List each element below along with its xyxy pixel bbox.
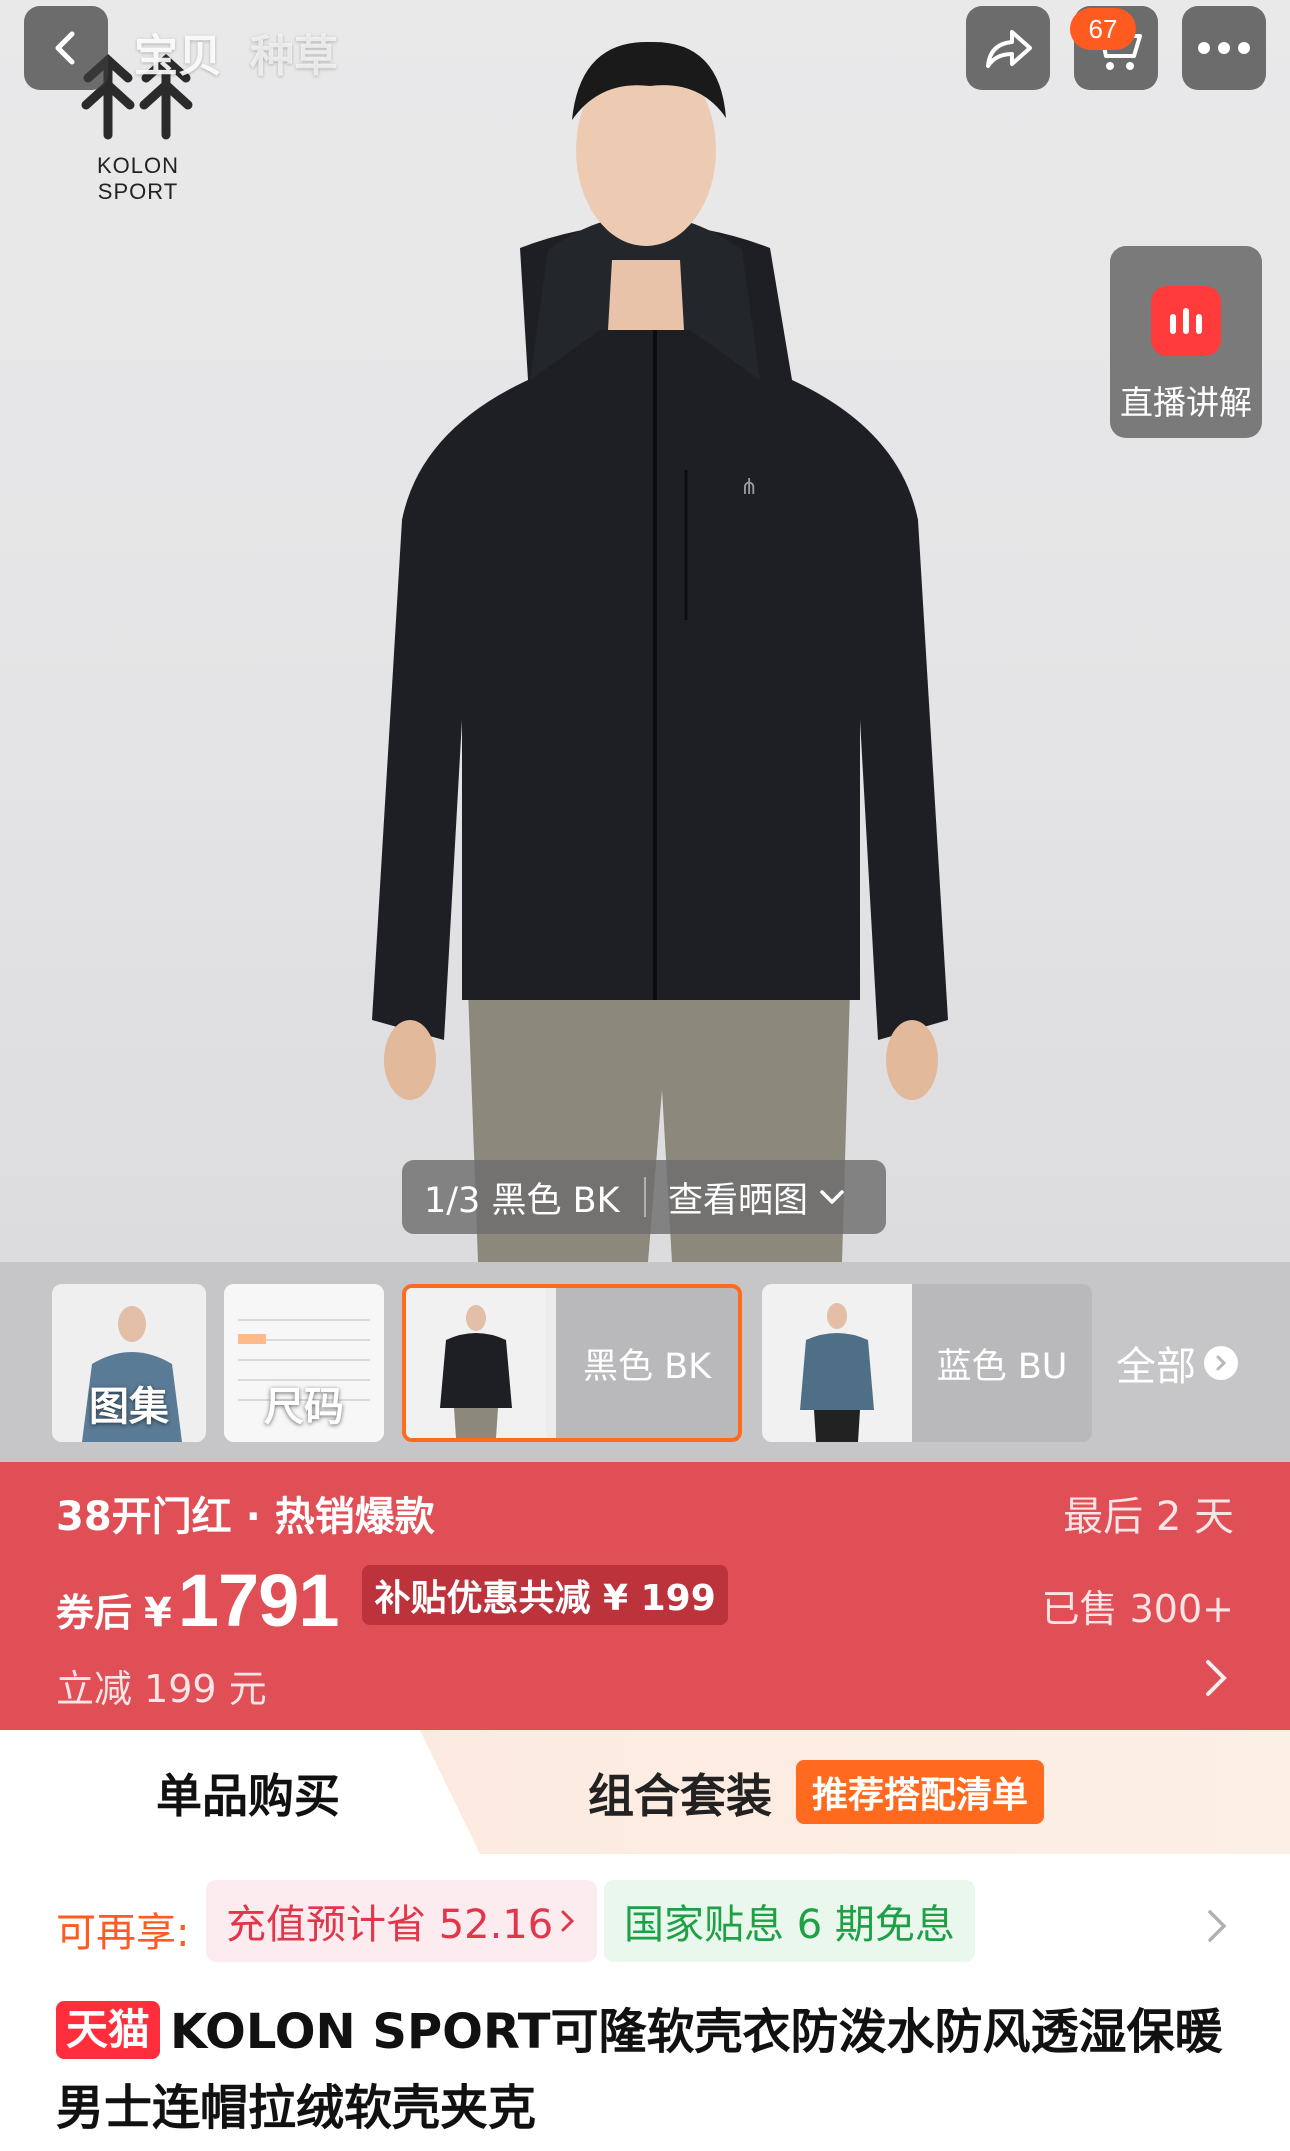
recharge-saving-text: 充值预计省 52.16 [226,1902,554,1948]
chevron-left-icon [55,31,75,65]
svg-text:⋔: ⋔ [740,475,758,500]
share-button[interactable] [966,6,1050,90]
color-option-blue[interactable]: 蓝色 BU [762,1284,1092,1442]
thumbnail-strip: 图集 尺码 黑色 BK 蓝色 BU 全部 [0,1262,1290,1462]
extra-benefits-row[interactable]: 可再享: 充值预计省 52.16 国家贴息 6 期免息 [0,1854,1290,1994]
tab-seeding[interactable]: 种草 [250,20,338,84]
interest-free-text: 国家贴息 6 期免息 [624,1902,955,1948]
thumbnail-atlas-label: 图集 [89,1384,169,1430]
tab-item[interactable]: 宝贝 [134,20,222,84]
recommend-bundle-tag[interactable]: 推荐搭配清单 [796,1760,1045,1824]
live-label: 直播讲解 [1120,383,1252,422]
thumbnail-size-label: 尺码 [264,1384,344,1430]
color-blue-label: 蓝色 BU [936,1346,1068,1387]
interest-free-chip[interactable]: 国家贴息 6 期免息 [604,1880,975,1962]
thumbnail-size-chart[interactable]: 尺码 [224,1284,384,1442]
live-icon [1151,286,1221,356]
color-option-black[interactable]: 黑色 BK [402,1284,742,1442]
live-explain-button[interactable]: 直播讲解 [1110,246,1262,438]
back-button[interactable] [24,6,108,90]
image-counter: 1/3 黑色 BK [424,1180,620,1221]
view-photos-label: 查看晒图 [668,1180,809,1221]
color-black-label: 黑色 BK [582,1346,712,1387]
chevron-right-icon[interactable] [1204,1658,1228,1698]
chevron-right-icon[interactable] [1206,1908,1228,1944]
tmall-badge: 天猫 [56,2001,161,2059]
price-prefix: 券后 [56,1591,133,1635]
purchase-mode-tabs: 单品购买 组合套装 推荐搭配清单 [0,1730,1290,1854]
thumbnail-atlas[interactable]: 图集 [52,1284,206,1442]
tab-combo-set[interactable]: 组合套装 [588,1760,772,1826]
promo-price-bar: 38开门红 · 热销爆款 最后 2 天 券后 ¥ 1791 补贴优惠共减 ¥ 1… [0,1462,1290,1730]
recharge-saving-chip[interactable]: 充值预计省 52.16 [206,1880,598,1962]
view-photos-button[interactable]: 查看晒图 [646,1172,846,1223]
subsidy-badge: 补贴优惠共减 ¥ 199 [362,1564,728,1625]
benefits-label: 可再享: [56,1910,190,1956]
all-options-label: 全部 [1116,1344,1196,1390]
chevron-right-icon [1204,1346,1238,1380]
price-row: 券后 ¥ 1791 补贴优惠共减 ¥ 199 [56,1558,728,1643]
blue-jacket-thumbnail [762,1284,912,1442]
image-indicator[interactable]: 1/3 黑色 BK 查看晒图 [402,1160,886,1234]
final-price: 1791 [177,1559,340,1642]
promo-title: 38开门红 · 热销爆款 [56,1494,435,1540]
tab-single-purchase[interactable]: 单品购买 [156,1760,340,1826]
promo-countdown: 最后 2 天 [1063,1494,1234,1540]
chevron-down-icon [820,1190,844,1204]
top-tabs: 宝贝 种草 [134,20,338,84]
product-hero-image[interactable]: ⋔ KOLON SPORT 宝贝 种草 67 直播讲解 1/3 黑色 BK 查看… [0,0,1290,1262]
product-title: KOLON SPORT可隆软壳衣防泼水防风透湿保暖男士连帽拉绒软壳夹克 [56,2004,1223,2136]
sold-count: 已售 300+ [1041,1587,1234,1631]
black-jacket-thumbnail [406,1288,556,1438]
brand-name: KOLON SPORT [96,153,180,204]
product-title-block: 天猫 KOLON SPORT可隆软壳衣防泼水防风透湿保暖男士连帽拉绒软壳夹克 [56,1994,1246,2146]
currency-symbol: ¥ [144,1590,172,1636]
all-options-link[interactable]: 全部 [1116,1334,1238,1392]
cart-count-badge: 67 [1070,8,1136,50]
share-icon [986,30,1032,68]
more-button[interactable] [1182,6,1266,90]
chevron-right-icon [561,1910,575,1932]
more-dots-icon [1198,42,1250,54]
instant-discount[interactable]: 立减 199 元 [56,1658,267,1713]
